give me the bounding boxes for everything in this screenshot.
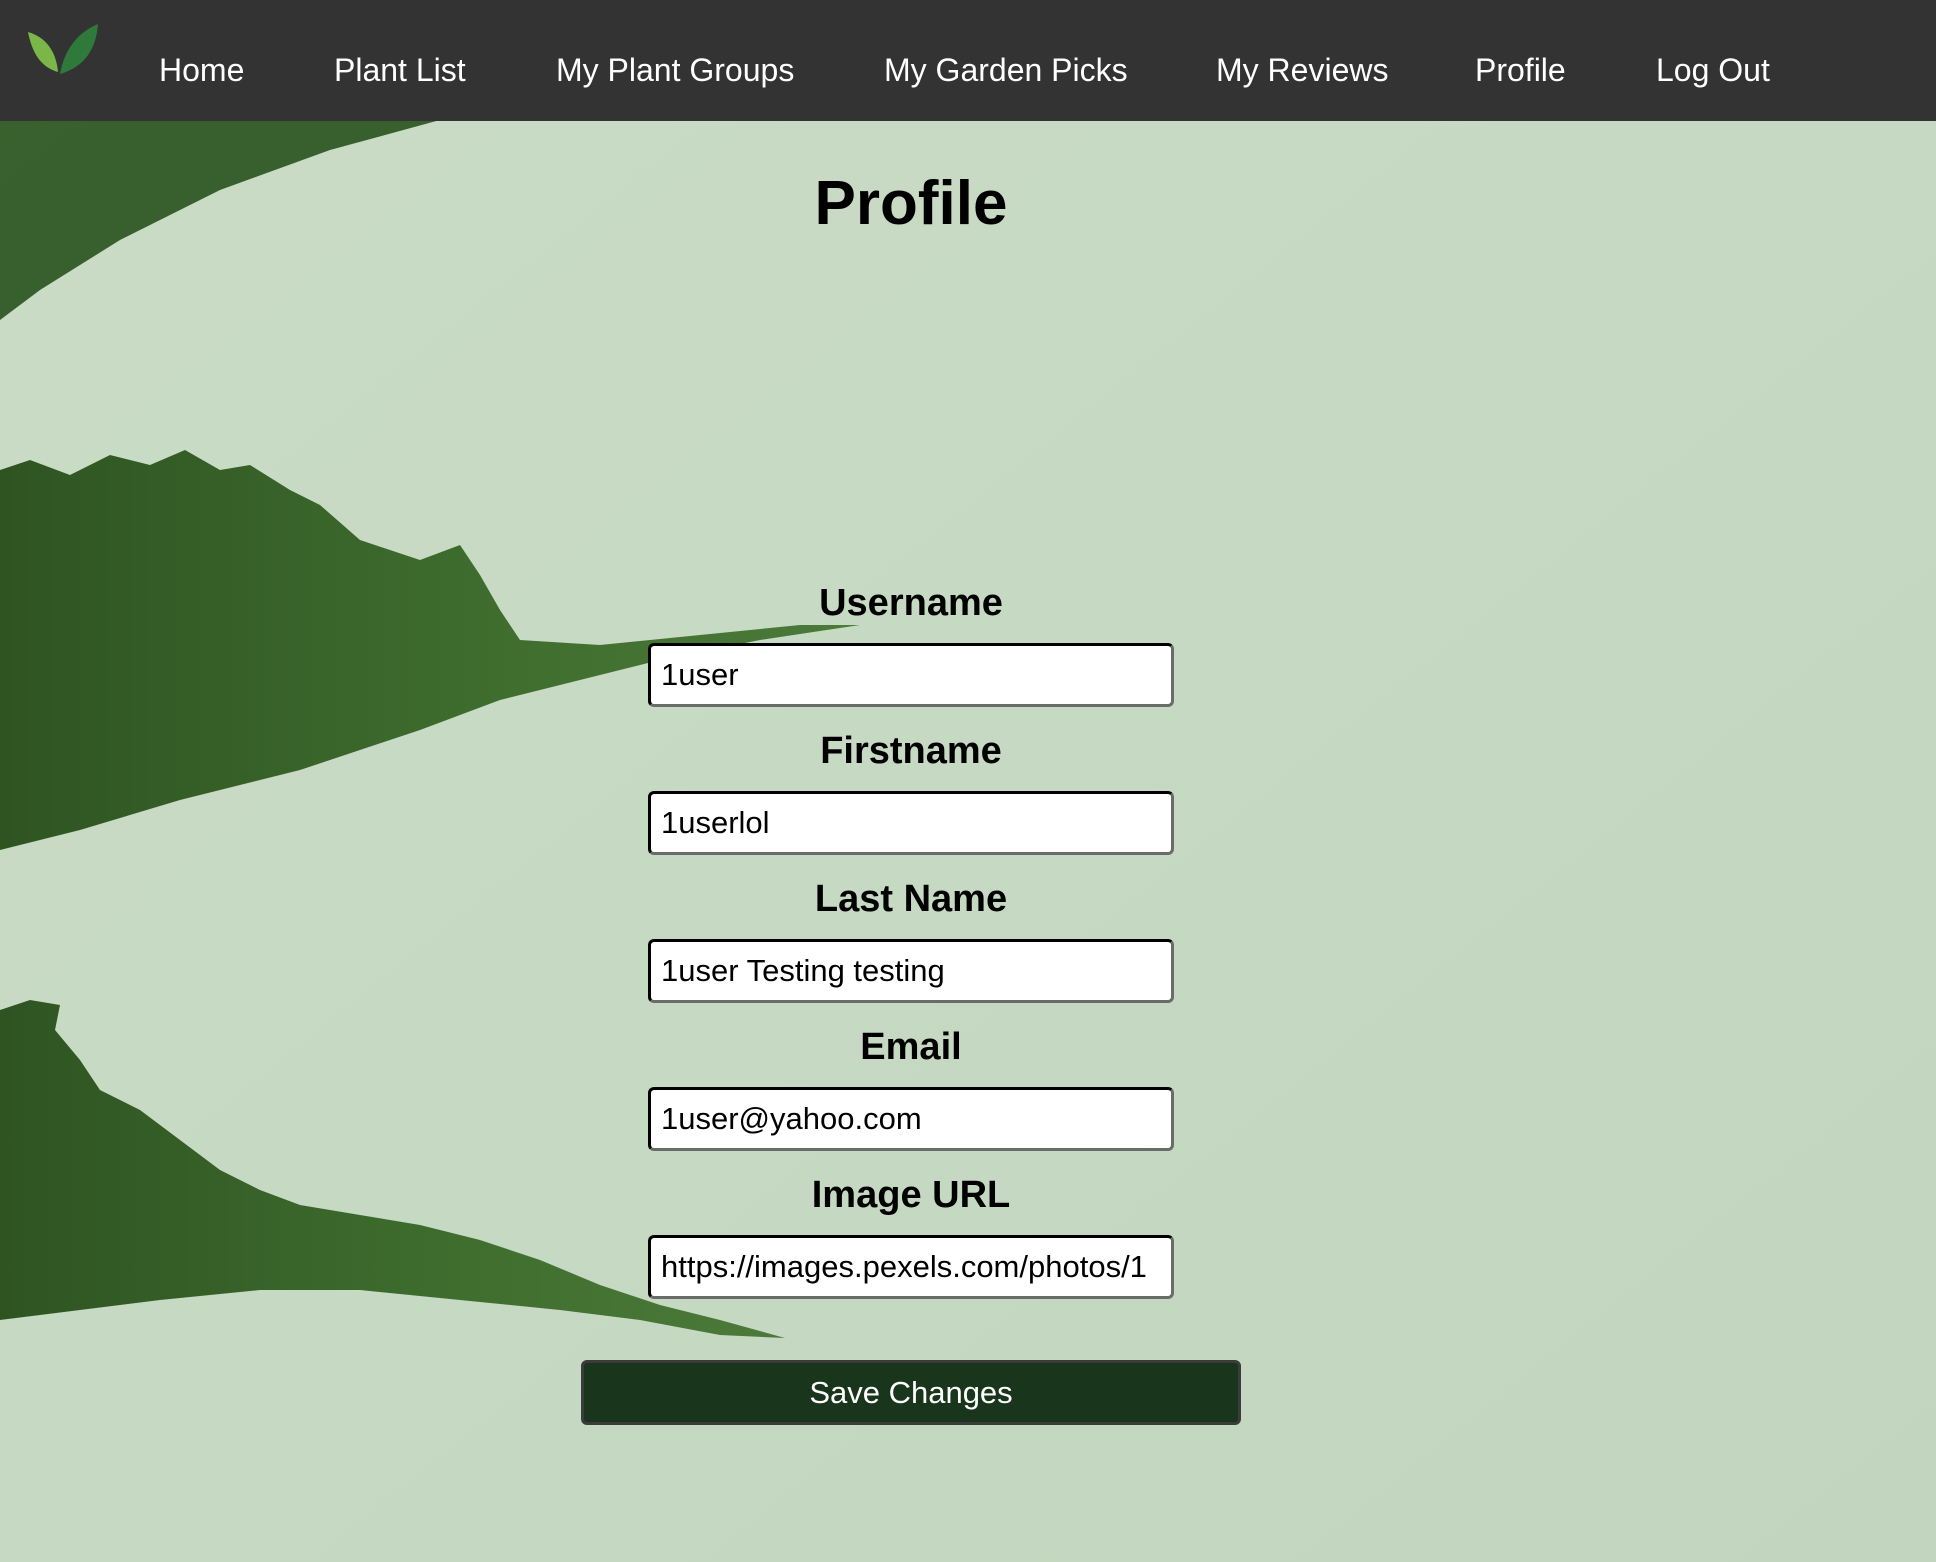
- profile-form-area: Profile Username Firstname Last Name Ema…: [0, 0, 1936, 1562]
- username-label: Username: [819, 582, 1003, 624]
- image-url-input[interactable]: [648, 1235, 1174, 1299]
- page-title: Profile: [814, 169, 1008, 238]
- lastname-input[interactable]: [648, 939, 1174, 1003]
- nav-profile-link[interactable]: Profile: [1475, 50, 1566, 90]
- save-changes-button[interactable]: Save Changes: [581, 1360, 1241, 1425]
- nav-log-out-link[interactable]: Log Out: [1656, 50, 1770, 90]
- firstname-label: Firstname: [820, 730, 1002, 772]
- username-input[interactable]: [648, 643, 1174, 707]
- nav-my-garden-picks-link[interactable]: My Garden Picks: [884, 50, 1128, 90]
- email-label: Email: [860, 1026, 962, 1068]
- image-url-label: Image URL: [811, 1174, 1011, 1216]
- email-input[interactable]: [648, 1087, 1174, 1151]
- leaf-icon[interactable]: [20, 12, 100, 82]
- nav-home-link[interactable]: Home: [159, 50, 244, 90]
- firstname-input[interactable]: [648, 791, 1174, 855]
- nav-my-plant-groups-link[interactable]: My Plant Groups: [556, 50, 794, 90]
- lastname-label: Last Name: [814, 878, 1008, 920]
- nav-plant-list-link[interactable]: Plant List: [334, 50, 466, 90]
- top-navbar: Home Plant List My Plant Groups My Garde…: [0, 0, 1936, 121]
- nav-my-reviews-link[interactable]: My Reviews: [1216, 50, 1388, 90]
